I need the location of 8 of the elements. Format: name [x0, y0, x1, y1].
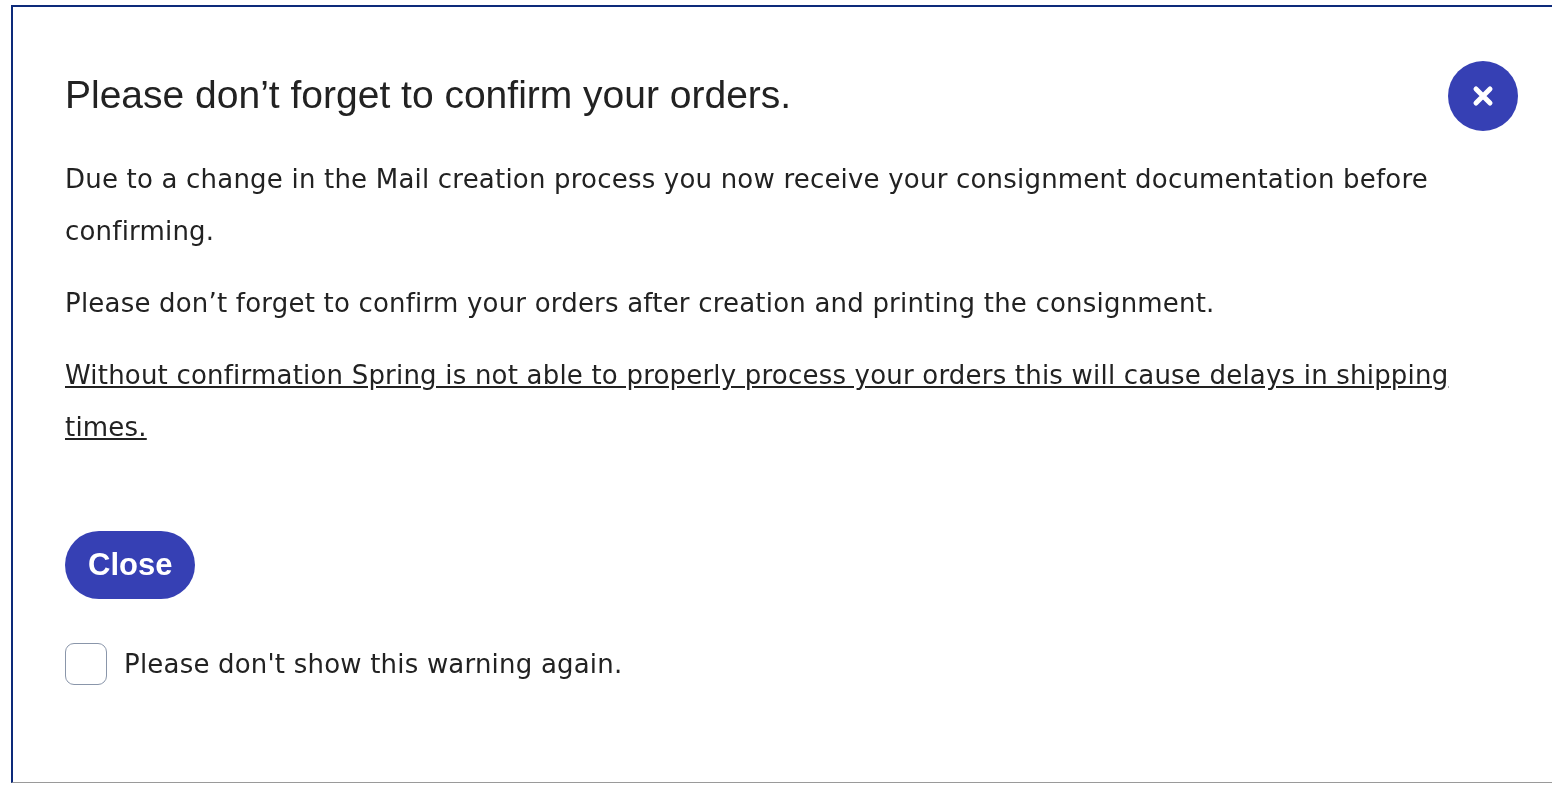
body-text: Please don’t forget to confirm your orders after creation and printing the consignment.: [65, 287, 1216, 320]
close-icon: [1472, 85, 1494, 107]
checkbox[interactable]: [65, 643, 107, 685]
close-button[interactable]: Close: [65, 531, 196, 599]
body-text: Due to a change in the Mail creation process you now receive your consignment documentation before confirming.: [65, 163, 1429, 248]
dialog-title: Please don’t forget to confirm your orders.: [65, 73, 792, 117]
warning-note: Without confirmation Spring is not able to properly process your orders this will cause delays in shipping times.: [65, 359, 1450, 444]
checkbox-label: Please don't show this warning again.: [124, 649, 623, 679]
